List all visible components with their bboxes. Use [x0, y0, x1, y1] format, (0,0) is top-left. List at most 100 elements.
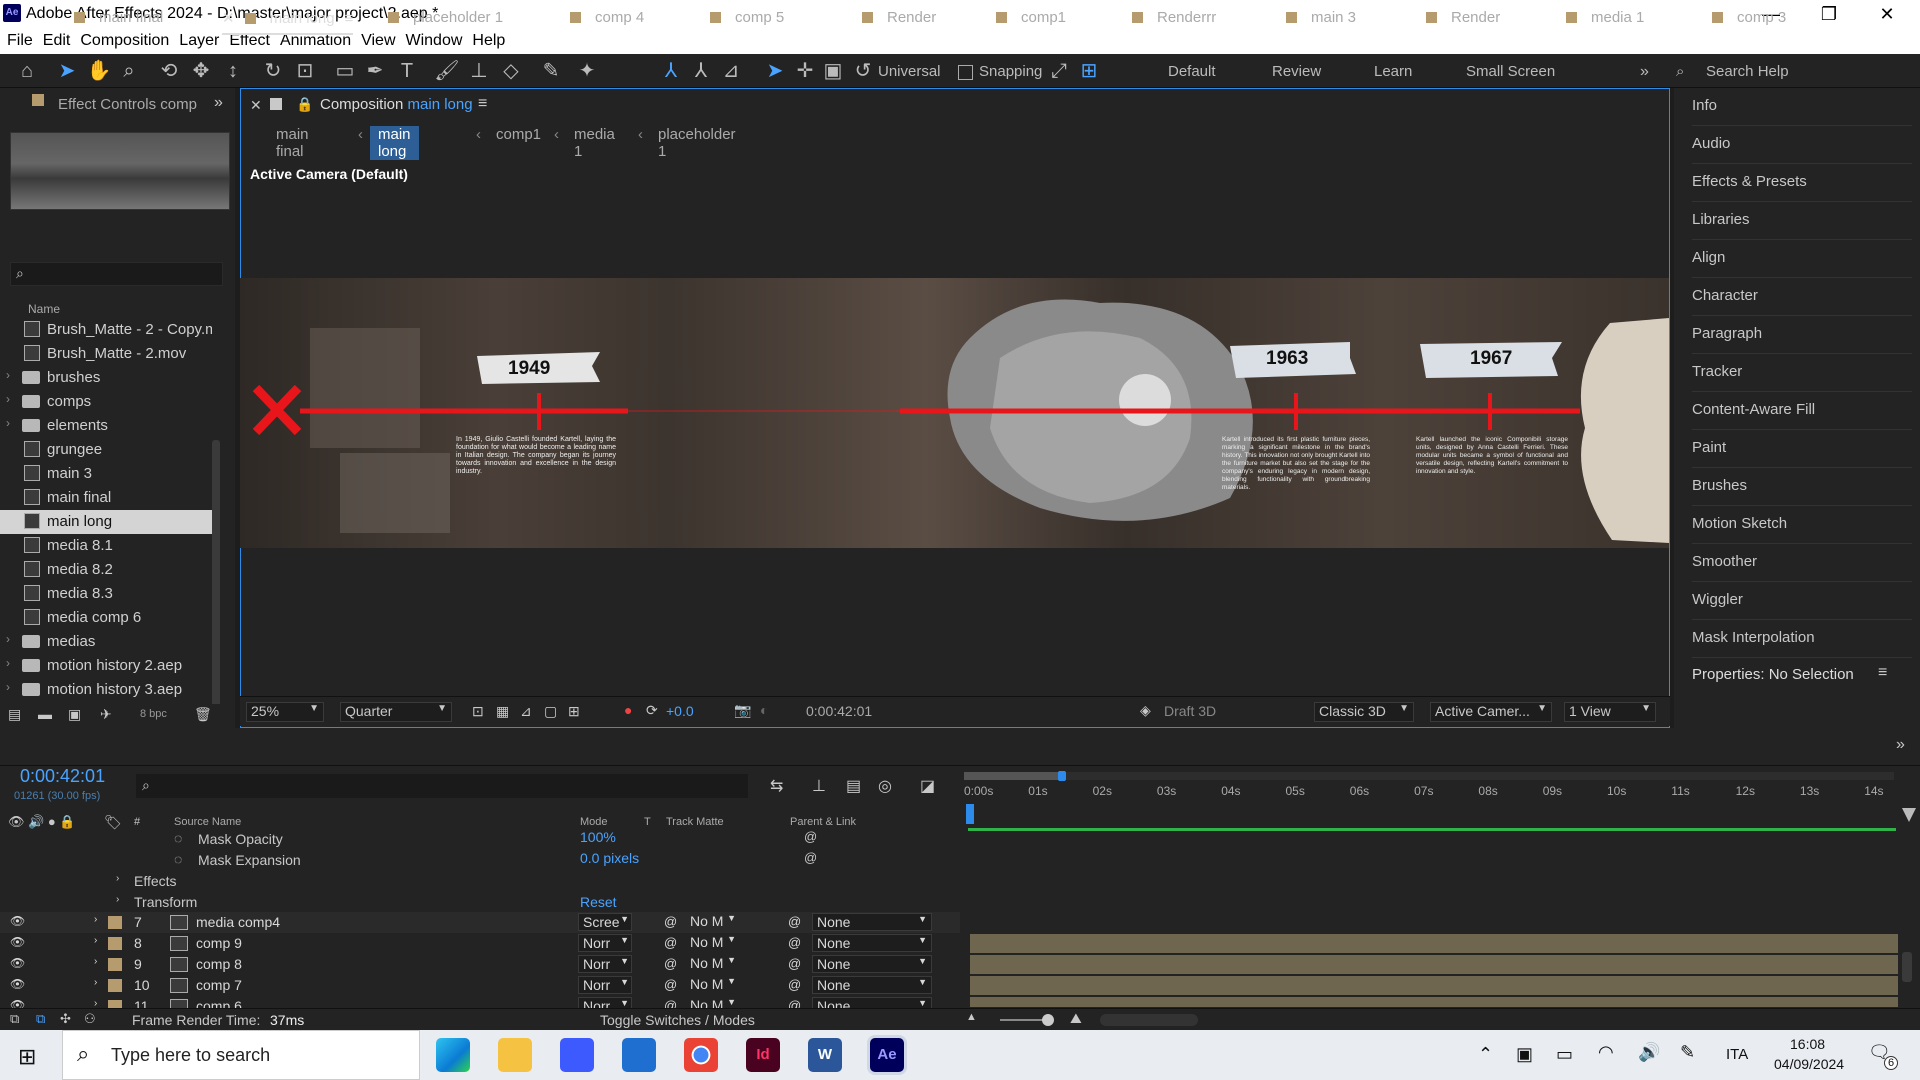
indesign-icon[interactable]: Id [746, 1038, 780, 1072]
eye-icon[interactable]: 👁 [10, 935, 25, 949]
resolution-select[interactable]: Quarter ▼ [340, 702, 452, 722]
file-explorer-icon[interactable] [498, 1038, 532, 1072]
project-item[interactable]: › medias [0, 630, 212, 654]
pickwhip-icon[interactable]: @ [664, 914, 677, 929]
brush-tool-icon[interactable]: 🖌 [434, 59, 460, 83]
chevron-up-icon[interactable]: ⌃ [1478, 1044, 1493, 1065]
exposure-value[interactable]: +0.0 [666, 703, 694, 719]
taskbar-search-box[interactable]: ⌕ Type here to search [62, 1030, 420, 1080]
mask-opacity-value[interactable]: 100% [580, 829, 616, 845]
expand-arrow-icon[interactable]: › [94, 914, 97, 925]
label-color-icon[interactable] [108, 937, 122, 950]
camera-select[interactable]: Active Camer... ▼ [1430, 702, 1552, 722]
menu-help[interactable]: Help [467, 30, 510, 50]
t-header[interactable]: T [644, 816, 651, 828]
project-item[interactable]: main long [0, 510, 212, 534]
project-item[interactable]: › motion history 2.aep [0, 654, 212, 678]
search-help-input[interactable]: Search Help [1706, 63, 1789, 80]
orbit-camera-icon[interactable]: ⟲ [156, 59, 182, 83]
project-item[interactable]: › motion history 3.aep [0, 678, 212, 702]
panel-item[interactable]: Effects & Presets [1692, 164, 1912, 202]
breadcrumb-item[interactable]: main final [276, 126, 309, 160]
track-matte-select[interactable]: No M ▼ [686, 955, 738, 973]
show-snapshot-icon[interactable]: ◐ [760, 702, 768, 718]
project-item[interactable]: › comps [0, 390, 212, 414]
eye-icon[interactable]: 👁 [10, 998, 25, 1008]
pickwhip-icon[interactable]: @ [804, 850, 817, 865]
panel-item[interactable]: Libraries [1692, 202, 1912, 240]
transform-group[interactable]: Transform [134, 894, 197, 910]
timeline-tab[interactable]: main final [74, 9, 163, 26]
type-tool-icon[interactable]: T [394, 59, 420, 83]
expand-arrow-icon[interactable]: › [116, 894, 119, 905]
project-item[interactable]: media 8.2 [0, 558, 212, 582]
menu-layer[interactable]: Layer [174, 30, 224, 50]
expand-arrow-icon[interactable]: › [6, 680, 10, 694]
word-icon[interactable]: W [808, 1038, 842, 1072]
snap-grid-icon[interactable]: ⊞ [1076, 59, 1102, 83]
panel-item[interactable]: Paint [1692, 430, 1912, 468]
windows-start-icon[interactable]: ⊞ [18, 1044, 36, 1070]
expand-arrow-icon[interactable]: › [94, 977, 97, 988]
parent-select[interactable]: None ▼ [812, 976, 932, 994]
project-item[interactable]: main 3 [0, 462, 212, 486]
eye-icon[interactable]: 👁 [10, 956, 25, 970]
panel-item[interactable]: Motion Sketch [1692, 506, 1912, 544]
timeline-scrollbar[interactable] [1902, 952, 1912, 982]
breadcrumb-item[interactable]: comp1 [496, 126, 541, 143]
move-icon[interactable]: ✛ [792, 59, 818, 83]
label-color-icon[interactable] [108, 916, 122, 929]
mask-expansion-value[interactable]: 0.0 pixels [580, 850, 639, 866]
horizontal-scrollbar[interactable] [1100, 1014, 1198, 1026]
mask-visibility-icon[interactable]: ⊿ [520, 703, 532, 720]
track-matte-select[interactable]: No M ▼ [686, 997, 738, 1008]
motion-blur-icon[interactable]: ◎ [878, 776, 892, 796]
draft-3d-timeline-icon[interactable]: ⊥ [812, 776, 826, 796]
dolly-camera-icon[interactable]: ↕ [220, 59, 246, 83]
comp-flowchart-icon[interactable]: ⇆ [770, 776, 783, 796]
current-time[interactable]: 0:00:42:01 [806, 703, 872, 719]
parent-select[interactable]: None ▼ [812, 997, 932, 1008]
panel-item[interactable]: Mask Interpolation [1692, 620, 1912, 658]
breadcrumb-item[interactable]: media 1 [574, 126, 615, 160]
pickwhip-icon[interactable]: @ [664, 998, 677, 1008]
zoom-out-icon[interactable]: ▲ [966, 1011, 977, 1023]
stopwatch-icon[interactable]: ◌ [174, 830, 182, 846]
eye-icon[interactable]: 👁 [10, 914, 25, 928]
expand-arrow-icon[interactable]: › [6, 632, 10, 646]
track-matte-select[interactable]: No M ▼ [686, 976, 738, 994]
selection-tool-icon[interactable]: ➤ [54, 59, 80, 83]
project-item[interactable]: grungee [0, 438, 212, 462]
layer-duration-bar[interactable] [970, 997, 1898, 1007]
timeline-tab[interactable]: comp 5 [710, 9, 784, 26]
language-indicator[interactable]: ITA [1726, 1046, 1748, 1063]
timeline-tab[interactable]: placeholder 1 [388, 9, 503, 26]
pen-tray-icon[interactable]: ✎ [1680, 1042, 1695, 1063]
panel-item[interactable]: Smoother [1692, 544, 1912, 582]
blend-mode-select[interactable]: Norr ▼ [578, 997, 632, 1008]
mode-header[interactable]: Mode [580, 816, 608, 828]
blend-mode-select[interactable]: Scree ▼ [578, 913, 632, 931]
blend-mode-select[interactable]: Norr ▼ [578, 976, 632, 994]
timeline-tab[interactable]: main 3 [1286, 9, 1356, 26]
expand-arrow-icon[interactable]: › [116, 873, 119, 884]
expand-arrow-icon[interactable]: › [94, 956, 97, 967]
layer-name[interactable]: comp 6 [196, 998, 242, 1008]
panel-item[interactable]: Info [1692, 88, 1912, 126]
view-axis-icon[interactable]: ⊿ [718, 59, 744, 83]
tab-menu-icon[interactable]: ≡ [345, 10, 354, 27]
clock-time[interactable]: 16:08 [1790, 1036, 1825, 1052]
chrome-icon[interactable] [684, 1038, 718, 1072]
panel-item[interactable]: Paragraph [1692, 316, 1912, 354]
layer-row[interactable]: 👁 › 9 comp 8 Norr ▼ @ No M ▼ @ None ▼ [0, 954, 960, 975]
menu-view[interactable]: View [356, 30, 400, 50]
project-item[interactable]: Brush_Matte - 2.mov [0, 342, 212, 366]
blend-mode-select[interactable]: Norr ▼ [578, 934, 632, 952]
blend-mode-select[interactable]: Norr ▼ [578, 955, 632, 973]
project-item[interactable]: Brush_Matte - 2 - Copy.mov [0, 318, 212, 342]
layer-row[interactable]: 👁 › 11 comp 6 Norr ▼ @ No M ▼ @ None ▼ [0, 996, 960, 1008]
channel-icon[interactable]: ● [624, 702, 632, 718]
stopwatch-icon[interactable]: ◌ [174, 851, 182, 867]
pickwhip-icon[interactable]: @ [788, 956, 801, 971]
toggle-switches-modes[interactable]: Toggle Switches / Modes [600, 1012, 755, 1028]
